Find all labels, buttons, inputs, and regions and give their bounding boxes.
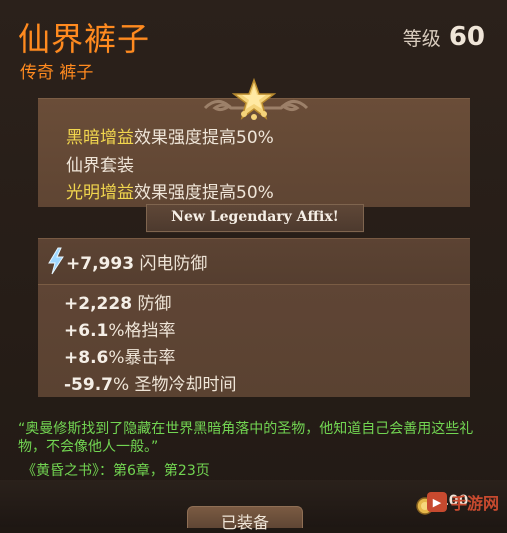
- equipped-button[interactable]: 已装备: [187, 506, 303, 532]
- secondary-stats-panel: +2,228 防御 +6.1%格挡率 +8.6%暴击率 -59.7% 圣物冷却时…: [38, 284, 470, 397]
- stat-label: 防御: [137, 294, 172, 314]
- item-level: 等级 60: [403, 22, 485, 52]
- stat-defense: +2,228 防御: [64, 289, 171, 314]
- new-affix-banner: New Legendary Affix!: [146, 204, 364, 232]
- affix-line-set: 仙界套装: [66, 156, 134, 176]
- new-affix-text: New Legendary Affix!: [171, 209, 339, 225]
- affix-dark-text: 效果强度提高50%: [134, 128, 274, 148]
- watermark-logo-icon: ▶: [426, 492, 447, 512]
- stat-relic-cooldown: -59.7% 圣物冷却时间: [64, 370, 237, 395]
- affix-line-dark: 黑暗增益效果强度提高50%: [66, 123, 274, 148]
- primary-stat-label: 闪电防御: [139, 254, 208, 274]
- item-rarity-type: 传奇 裤子: [20, 63, 94, 83]
- stat-value: +8.6: [64, 348, 109, 368]
- primary-stat-row: +7,993 闪电防御: [38, 238, 470, 285]
- affix-light-highlight: 光明增益: [66, 183, 134, 203]
- equipped-label: 已装备: [220, 513, 269, 532]
- tooltip-header: 仙界裤子 传奇 裤子 等级 60: [0, 0, 507, 90]
- stat-value: -59.7: [64, 375, 113, 395]
- stat-crit-chance: +8.6%暴击率: [64, 343, 176, 368]
- watermark-text: 手游网: [450, 494, 499, 513]
- affix-dark-highlight: 黑暗增益: [66, 128, 134, 148]
- affix-line-light: 光明增益效果强度提高50%: [66, 178, 274, 203]
- primary-stat-text: +7,993 闪电防御: [66, 249, 207, 274]
- stat-value: +2,228: [64, 294, 133, 314]
- level-value: 60: [448, 22, 485, 52]
- stat-label: %格挡率: [108, 321, 176, 341]
- item-tooltip: 仙界裤子 传奇 裤子 等级 60 黑暗增益效果强度提高50% 仙界套装 光明增益…: [0, 0, 507, 532]
- level-label: 等级: [402, 28, 441, 50]
- lore-text: “奥曼修斯找到了隐藏在世界黑暗角落中的圣物，他知道自己会善用这些礼物，不会像他人…: [18, 421, 474, 455]
- stat-value: +6.1: [64, 321, 109, 341]
- site-watermark: ▶ 手游网: [426, 490, 499, 514]
- item-name: 仙界裤子: [18, 20, 151, 58]
- lore-reference: 《黄昏之书》：第6章，第23页: [22, 463, 210, 479]
- stat-block-chance: +6.1%格挡率: [64, 316, 176, 341]
- stat-label: %暴击率: [108, 348, 176, 368]
- primary-stat-value: +7,993: [66, 254, 135, 274]
- stat-label: % 圣物冷却时间: [113, 375, 237, 395]
- legendary-star-icon: [232, 78, 276, 120]
- affix-light-text: 效果强度提高50%: [134, 183, 274, 203]
- lightning-bolt-icon: [48, 247, 64, 275]
